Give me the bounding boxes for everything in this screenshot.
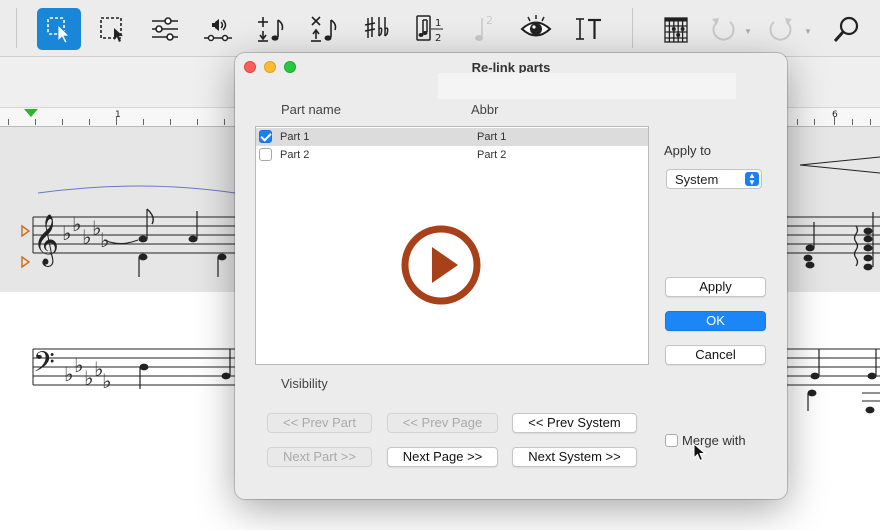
- tuplet-button[interactable]: 12: [408, 8, 452, 50]
- svg-text:♭: ♭: [82, 225, 91, 249]
- part-marker-arrow-icon: [21, 255, 31, 269]
- part-name: Part 1: [280, 131, 310, 143]
- svg-text:♭: ♭: [84, 366, 93, 390]
- part-name: Part 2: [280, 149, 310, 161]
- next-system-button[interactable]: Next System >>: [512, 447, 637, 467]
- redo-button[interactable]: [760, 8, 804, 50]
- accidentals-button[interactable]: [355, 8, 399, 50]
- add-note-button[interactable]: [249, 8, 293, 50]
- slur-curve: [37, 185, 236, 194]
- mixer-button[interactable]: [143, 8, 187, 50]
- marquee-select-icon: [100, 17, 123, 42]
- add-note-icon: [258, 17, 284, 42]
- merge-with-label: Merge with: [682, 433, 746, 448]
- cancel-button[interactable]: Cancel: [665, 345, 766, 365]
- svg-text:♭: ♭: [72, 212, 81, 236]
- text-tool-icon: [576, 18, 601, 40]
- select-pointer-tool-button[interactable]: [37, 8, 81, 50]
- apply-to-select[interactable]: System ▲ ▼: [666, 169, 762, 189]
- chord-diagram-icon: [664, 17, 688, 43]
- svg-text:♭: ♭: [102, 369, 111, 393]
- bass-key-signature-flats: ♭ ♭♭ ♭♭: [64, 353, 111, 393]
- search-icon: [833, 16, 859, 42]
- velocity-note-icon: 2: [475, 14, 493, 41]
- eye-icon: [520, 15, 552, 37]
- playback-button[interactable]: [196, 8, 240, 50]
- apply-to-value: System: [675, 172, 719, 187]
- play-video-icon[interactable]: [401, 225, 481, 305]
- velocity-button: 2: [461, 8, 505, 50]
- key-signature-flats: ♭ ♭♭ ♭♭: [62, 212, 109, 252]
- prev-system-button[interactable]: << Prev System: [512, 413, 637, 433]
- redo-dropdown-arrow-icon[interactable]: ▼: [804, 27, 812, 36]
- merge-with-checkbox[interactable]: [665, 434, 678, 447]
- svg-text:♭: ♭: [62, 221, 71, 245]
- select-pointer-icon: [47, 17, 70, 44]
- text-tool-button[interactable]: [566, 8, 610, 50]
- tuplet-icon: 12: [416, 15, 443, 44]
- svg-text:1: 1: [435, 18, 441, 29]
- list-item[interactable]: Part 2 Part 2: [256, 146, 648, 164]
- svg-text:2: 2: [486, 14, 493, 27]
- part-marker-arrow-icon: [21, 224, 31, 238]
- treble-clef-icon: 𝄞: [33, 214, 59, 267]
- remove-note-button[interactable]: [302, 8, 346, 50]
- part-abbr: Part 1: [477, 131, 507, 143]
- playhead-marker-icon[interactable]: [24, 109, 38, 118]
- part-checkbox[interactable]: [259, 148, 272, 161]
- next-part-button[interactable]: Next Part >>: [267, 447, 372, 467]
- marquee-select-button[interactable]: [90, 8, 134, 50]
- svg-text:♭: ♭: [74, 353, 83, 377]
- visibility-label: Visibility: [281, 376, 328, 391]
- view-button[interactable]: [514, 8, 558, 50]
- bass-clef-icon: 𝄢: [33, 346, 55, 386]
- updown-chevron-icon: ▲ ▼: [745, 172, 759, 187]
- search-button[interactable]: [825, 8, 869, 50]
- undo-button[interactable]: [700, 8, 744, 50]
- accidentals-icon: [364, 17, 389, 38]
- svg-text:2: 2: [435, 33, 441, 44]
- svg-text:♭: ♭: [64, 362, 73, 386]
- next-page-button[interactable]: Next Page >>: [387, 447, 498, 467]
- main-toolbar: 12 2 ▼ ▼: [0, 0, 880, 57]
- list-item[interactable]: Part 1 Part 1: [256, 128, 648, 146]
- part-name-column-header: Part name: [281, 102, 341, 117]
- rendering-artifact: [438, 73, 736, 99]
- prev-part-button[interactable]: << Prev Part: [267, 413, 372, 433]
- undo-icon: [712, 18, 735, 41]
- toolbar-separator: [632, 8, 633, 48]
- ok-button[interactable]: OK: [665, 311, 766, 331]
- mouse-cursor-icon: [693, 443, 707, 462]
- apply-button[interactable]: Apply: [665, 277, 766, 297]
- undo-dropdown-arrow-icon[interactable]: ▼: [744, 27, 752, 36]
- redo-icon: [769, 18, 792, 41]
- part-abbr: Part 2: [477, 149, 507, 161]
- abbr-column-header: Abbr: [471, 102, 499, 117]
- playback-audio-icon: [204, 19, 232, 42]
- remove-note-icon: [311, 16, 337, 42]
- toolbar-separator: [16, 8, 17, 48]
- chord-diagram-button[interactable]: [654, 8, 698, 50]
- parts-list[interactable]: Part 1 Part 1 Part 2 Part 2: [255, 126, 649, 365]
- relink-parts-dialog: Re-link parts Part name Abbr Part 1 Part…: [235, 53, 787, 499]
- apply-to-label: Apply to: [664, 143, 711, 158]
- part-checkbox[interactable]: [259, 130, 272, 143]
- prev-page-button[interactable]: << Prev Page: [387, 413, 498, 433]
- mixer-sliders-icon: [152, 17, 178, 41]
